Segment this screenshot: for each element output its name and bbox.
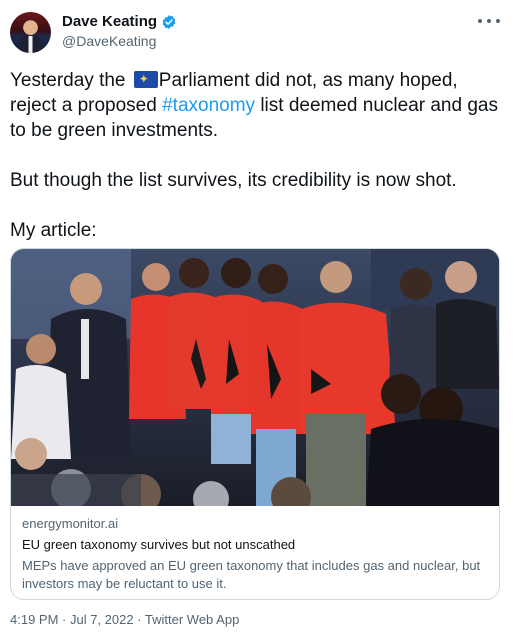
tweet-paragraph-3: My article: — [10, 220, 97, 241]
author-name[interactable]: Dave Keating — [62, 13, 157, 30]
author-handle[interactable]: @DaveKeating — [62, 33, 156, 49]
hashtag-link[interactable]: #taxonomy — [162, 95, 255, 116]
author-name-row: Dave Keating — [62, 13, 177, 30]
card-description: MEPs have approved an EU green taxonomy … — [22, 558, 481, 591]
eu-flag-icon — [133, 71, 158, 88]
link-card[interactable]: energymonitor.ai EU green taxonomy survi… — [10, 248, 500, 600]
verified-badge-icon — [162, 14, 176, 29]
tweet: Dave Keating @DaveKeating Yesterday the … — [0, 0, 514, 640]
card-meta: energymonitor.ai EU green taxonomy survi… — [22, 515, 492, 593]
more-options-icon[interactable] — [478, 14, 500, 28]
card-title: EU green taxonomy survives but not unsca… — [22, 537, 296, 552]
tweet-timestamp[interactable]: 4:19 PM · Jul 7, 2022 · Twitter Web App — [10, 612, 239, 627]
avatar[interactable] — [10, 12, 51, 53]
tweet-paragraph-2: But though the list survives, its credib… — [10, 170, 457, 191]
tweet-text-part: Yesterday the — [10, 70, 131, 91]
tweet-text: Yesterday the Parliament did not, as man… — [10, 68, 505, 243]
card-domain: energymonitor.ai — [22, 516, 119, 531]
article-photo[interactable] — [11, 249, 499, 506]
